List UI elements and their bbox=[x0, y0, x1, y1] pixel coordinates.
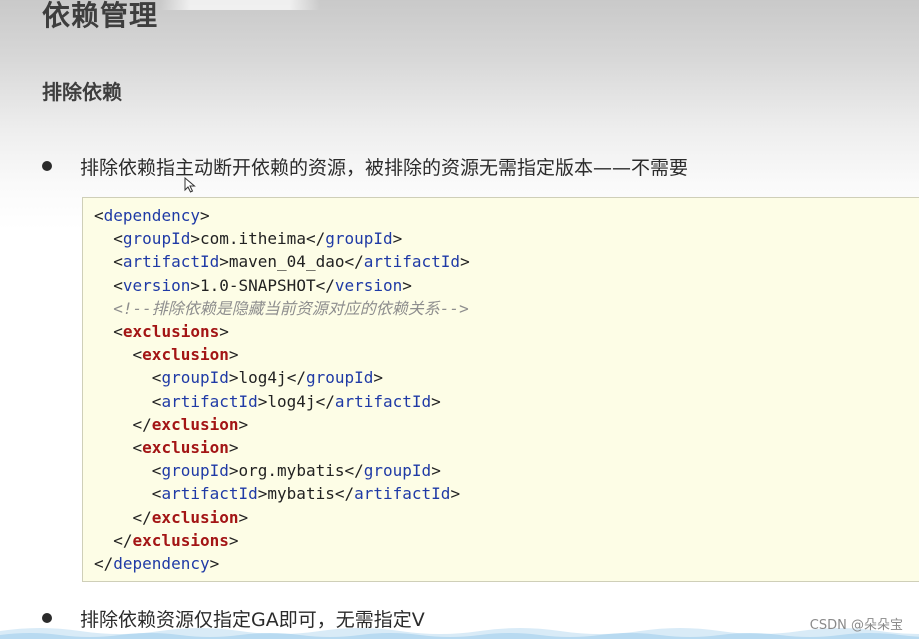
code-line: <!--排除依赖是隐藏当前资源对应的依赖关系--> bbox=[94, 297, 469, 320]
code-line: <groupId>org.mybatis</groupId> bbox=[94, 459, 441, 482]
code-line: </exclusion> bbox=[94, 506, 249, 529]
code-token: > bbox=[238, 507, 249, 527]
code-token: > bbox=[219, 252, 229, 272]
code-token: > bbox=[402, 275, 412, 295]
bullet-dot-icon bbox=[42, 161, 52, 171]
code-token: exclusion bbox=[151, 507, 239, 527]
code-token: < bbox=[94, 345, 143, 365]
code-token: exclusions bbox=[122, 322, 220, 341]
code-token: </ bbox=[94, 530, 133, 550]
code-token: > bbox=[219, 322, 229, 341]
code-token: log4j bbox=[267, 391, 316, 411]
code-token: groupId bbox=[325, 229, 393, 249]
code-token: org.mybatis bbox=[238, 461, 345, 481]
code-token: > bbox=[228, 438, 239, 457]
code-token: > bbox=[199, 206, 210, 225]
code-token: < bbox=[94, 252, 123, 272]
code-token: artifactId bbox=[334, 391, 432, 411]
code-token: version bbox=[334, 275, 403, 295]
code-token: artifactId bbox=[161, 391, 258, 411]
code-token: </ bbox=[305, 229, 326, 249]
code-token: artifactId bbox=[363, 252, 461, 272]
code-token: 1.0-SNAPSHOT bbox=[199, 275, 316, 295]
code-token: </ bbox=[286, 368, 306, 388]
code-token: </ bbox=[344, 252, 364, 272]
code-token: < bbox=[94, 461, 162, 481]
code-token: </ bbox=[94, 554, 114, 573]
code-token: > bbox=[190, 229, 200, 249]
code-token: < bbox=[94, 275, 123, 295]
code-line: </exclusions> bbox=[94, 529, 239, 552]
watermark: CSDN @朵朵宝 bbox=[809, 618, 903, 633]
code-token: groupId bbox=[122, 229, 191, 249]
code-line: <version>1.0-SNAPSHOT</version> bbox=[94, 274, 412, 297]
code-token: groupId bbox=[305, 368, 374, 388]
code-token: artifactId bbox=[122, 252, 220, 272]
code-token: > bbox=[228, 345, 239, 365]
code-token: com.itheima bbox=[199, 229, 306, 249]
code-token: > bbox=[190, 275, 200, 295]
code-token: groupId bbox=[161, 461, 229, 481]
section-title: 排除依赖 bbox=[42, 80, 122, 104]
bottom-wave-decoration bbox=[0, 628, 919, 639]
code-token: artifactId bbox=[161, 484, 258, 504]
code-token: </ bbox=[315, 275, 335, 295]
bullet-text-1: 排除依赖指主动断开依赖的资源，被排除的资源无需指定版本——不需要 bbox=[80, 157, 689, 179]
code-token: > bbox=[228, 368, 239, 388]
code-token: < bbox=[94, 322, 123, 341]
code-token: groupId bbox=[363, 461, 432, 481]
code-token: > bbox=[238, 414, 249, 434]
code-line: </exclusion> bbox=[94, 413, 249, 436]
code-line: <artifactId>maven_04_dao</artifactId> bbox=[94, 250, 470, 273]
code-line: <groupId>com.itheima</groupId> bbox=[94, 227, 402, 250]
page-title: 依赖管理 bbox=[42, 0, 159, 32]
code-token: > bbox=[228, 530, 239, 550]
code-line: <exclusion> bbox=[94, 343, 239, 366]
code-token: > bbox=[257, 484, 268, 504]
code-token: > bbox=[209, 554, 220, 573]
code-token: dependency bbox=[113, 554, 210, 573]
code-line: <artifactId>log4j</artifactId> bbox=[94, 390, 441, 413]
code-line: <groupId>log4j</groupId> bbox=[94, 366, 383, 389]
code-token: </ bbox=[94, 414, 152, 434]
code-line: </dependency> bbox=[94, 552, 219, 575]
code-token: < bbox=[94, 206, 104, 225]
code-block: <dependency> <groupId>com.itheima</group… bbox=[82, 197, 919, 582]
code-token: > bbox=[392, 229, 403, 249]
code-token: < bbox=[94, 484, 162, 504]
code-token: > bbox=[460, 252, 470, 272]
code-token: </ bbox=[94, 507, 152, 527]
code-token: exclusion bbox=[151, 414, 239, 434]
code-token: < bbox=[94, 229, 123, 249]
code-token: > bbox=[257, 391, 268, 411]
code-token: artifactId bbox=[354, 484, 451, 504]
code-token: > bbox=[228, 461, 239, 481]
code-token: dependency bbox=[103, 206, 200, 225]
code-token: < bbox=[94, 368, 162, 388]
code-token: </ bbox=[315, 391, 335, 411]
code-line: <artifactId>mybatis</artifactId> bbox=[94, 482, 460, 505]
code-token: mybatis bbox=[267, 484, 335, 504]
code-token: < bbox=[94, 391, 162, 411]
code-token: </ bbox=[344, 461, 364, 481]
code-line: <dependency> bbox=[94, 204, 210, 227]
code-token: <!--排除依赖是隐藏当前资源对应的依赖关系--> bbox=[94, 298, 469, 318]
code-line: <exclusion> bbox=[94, 436, 239, 459]
code-token: exclusion bbox=[142, 345, 229, 365]
code-token: > bbox=[373, 368, 384, 388]
code-token: < bbox=[94, 438, 143, 457]
code-token: exclusions bbox=[132, 530, 229, 550]
bullet-dot-icon bbox=[42, 613, 52, 623]
code-token: exclusion bbox=[142, 438, 229, 457]
code-token: > bbox=[431, 461, 441, 481]
code-token: > bbox=[450, 484, 461, 504]
code-token: version bbox=[122, 275, 191, 295]
code-token: maven_04_dao bbox=[228, 252, 345, 272]
code-line: <exclusions> bbox=[94, 320, 229, 343]
code-token: > bbox=[431, 391, 441, 411]
arrow-cursor-icon bbox=[184, 177, 196, 193]
code-token: log4j bbox=[238, 368, 287, 388]
code-token: </ bbox=[334, 484, 355, 504]
code-token: groupId bbox=[161, 368, 229, 388]
